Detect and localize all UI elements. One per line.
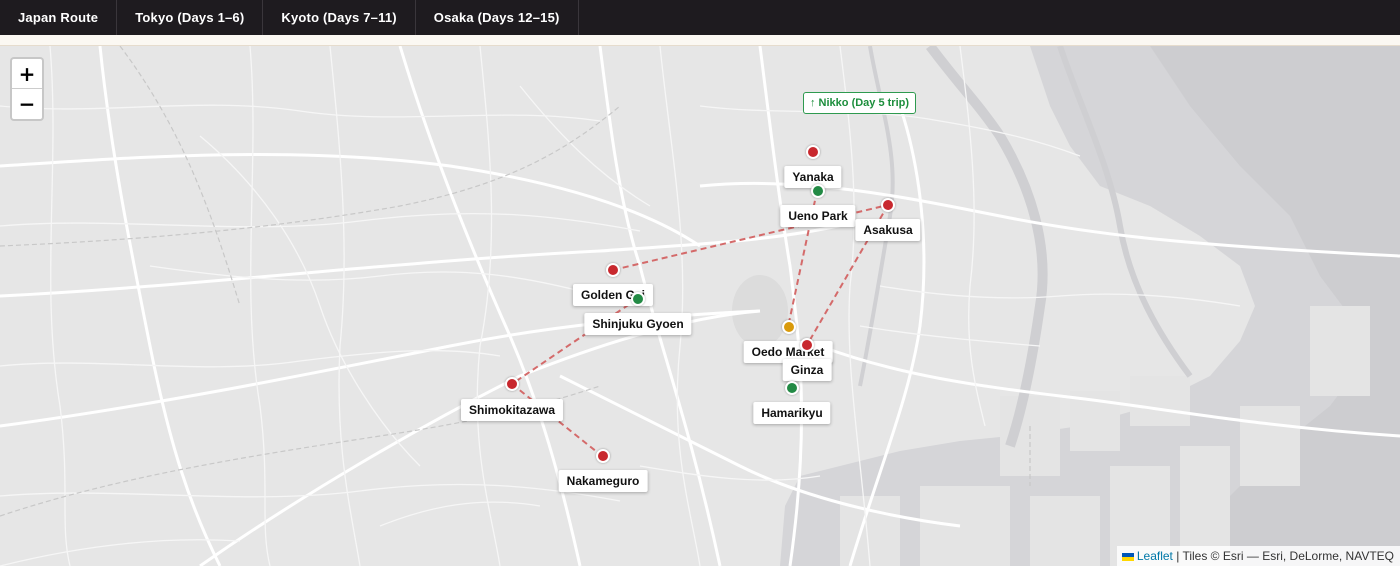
marker-asakusa[interactable] — [881, 198, 895, 212]
tab-japan-route[interactable]: Japan Route — [0, 0, 118, 35]
place-label-asakusa[interactable]: Asakusa — [855, 219, 921, 241]
map-container[interactable]: + − ↑ Nikko (Day 5 trip) Yanaka Ueno Par… — [0, 46, 1400, 566]
zoom-control: + − — [10, 57, 44, 121]
zoom-out-button[interactable]: − — [12, 89, 42, 118]
tab-kyoto[interactable]: Kyoto (Days 7–11) — [263, 0, 416, 35]
nikko-trip-label[interactable]: ↑ Nikko (Day 5 trip) — [803, 92, 917, 114]
place-label-shinjuku-gyoen[interactable]: Shinjuku Gyoen — [584, 313, 692, 335]
nav-divider-strip — [0, 35, 1400, 46]
marker-shinjuku-gyoen[interactable] — [631, 292, 645, 306]
marker-nakameguro[interactable] — [596, 449, 610, 463]
tab-tokyo[interactable]: Tokyo (Days 1–6) — [117, 0, 264, 35]
attribution-text: | Tiles © Esri — Esri, DeLorme, NAVTEQ — [1172, 549, 1394, 563]
place-label-shimokitazawa[interactable]: Shimokitazawa — [460, 399, 564, 421]
leaflet-link[interactable]: Leaflet — [1137, 549, 1173, 563]
marker-oedo-market[interactable] — [782, 320, 796, 334]
marker-ueno-park[interactable] — [811, 184, 825, 198]
route-lines — [511, 190, 889, 457]
marker-shimokitazawa[interactable] — [505, 377, 519, 391]
place-label-ueno-park[interactable]: Ueno Park — [780, 205, 856, 227]
marker-ginza[interactable] — [800, 338, 814, 352]
route-shinjuku-shimokitazawa — [511, 298, 638, 385]
marker-hamarikyu[interactable] — [785, 381, 799, 395]
tab-osaka[interactable]: Osaka (Days 12–15) — [416, 0, 579, 35]
place-label-ginza[interactable]: Ginza — [782, 359, 832, 381]
marker-yanaka[interactable] — [806, 145, 820, 159]
place-label-hamarikyu[interactable]: Hamarikyu — [753, 402, 831, 424]
top-nav: Japan Route Tokyo (Days 1–6) Kyoto (Days… — [0, 0, 1400, 35]
zoom-in-button[interactable]: + — [12, 59, 42, 89]
ukraine-flag-icon — [1121, 552, 1134, 561]
marker-golden-gai[interactable] — [606, 263, 620, 277]
map-attribution: Leaflet | Tiles © Esri — Esri, DeLorme, … — [1116, 546, 1400, 566]
place-label-nakameguro[interactable]: Nakameguro — [558, 470, 648, 492]
